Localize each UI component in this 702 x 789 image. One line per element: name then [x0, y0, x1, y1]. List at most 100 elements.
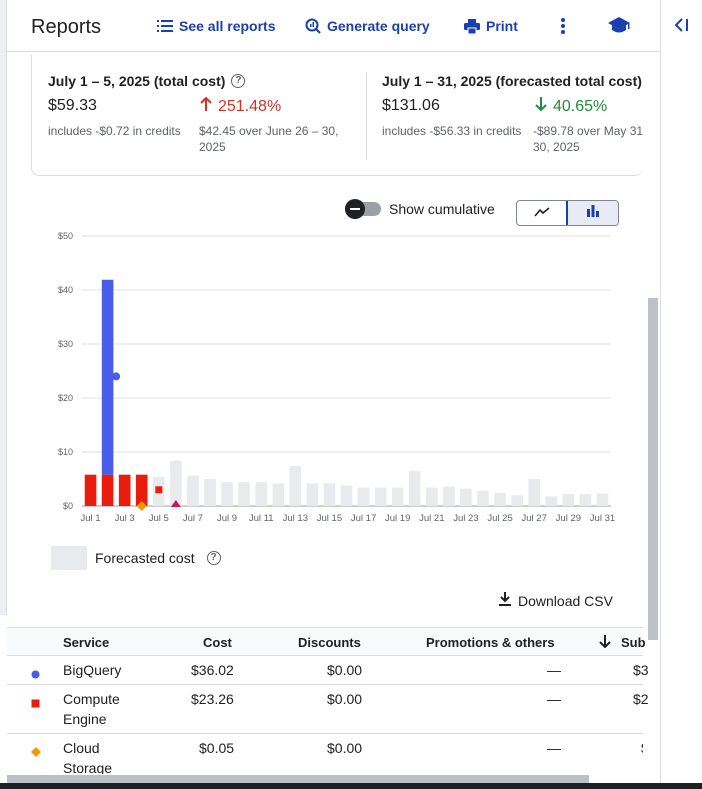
service-subtotal: $	[641, 740, 643, 756]
forecast-swatch	[51, 546, 87, 570]
forecast-bar	[204, 479, 216, 506]
left-edge-strip	[0, 0, 7, 615]
see-all-reports-button[interactable]: See all reports	[157, 18, 276, 34]
y-tick-label: $40	[58, 285, 73, 295]
x-tick-label: Jul 7	[183, 513, 203, 524]
table-row[interactable]: Cloud Storage $0.05 $0.00 — $	[7, 734, 643, 774]
download-icon	[498, 592, 512, 609]
chart-legend: Forecasted cost ?	[51, 546, 221, 570]
diamond-marker-icon	[31, 744, 41, 760]
cost-chart: $0 $10 $20 $30 $40 $50 Jul 1 Jul 3 Jul 5 Jul 7 Jul…	[58, 231, 615, 524]
y-tick-label: $20	[58, 393, 73, 403]
service-name: Cloud Storage	[63, 740, 113, 774]
x-tick-label: Jul 13	[283, 513, 308, 524]
forecast-bar	[596, 493, 609, 506]
table-row[interactable]: Compute Engine $23.26 $0.00 — $2	[7, 685, 649, 734]
download-csv-label: Download CSV	[518, 592, 613, 609]
bigquery-bar	[101, 279, 114, 475]
school-icon	[608, 17, 630, 35]
show-cumulative-toggle[interactable]: Show cumulative	[345, 199, 495, 219]
summary-right-change: 40.65%	[535, 97, 607, 116]
help-icon[interactable]: ?	[231, 74, 246, 88]
x-tick-label: Jul 5	[149, 513, 169, 524]
bar-chart-icon	[586, 204, 600, 222]
compute-engine-bar	[84, 474, 97, 506]
summary-left-comparison: $42.45 over June 26 – 30, 2025	[199, 123, 338, 155]
chevron-left-bar-icon	[674, 18, 689, 36]
compute-engine-bar	[118, 474, 131, 506]
summary-right-value: $131.06	[382, 97, 440, 114]
line-chart-button[interactable]	[517, 201, 567, 225]
forecast-bar	[408, 470, 421, 506]
forecast-bar	[187, 475, 199, 506]
horizontal-scrollbar[interactable]	[7, 775, 589, 783]
forecast-bar	[221, 482, 233, 506]
y-tick-label: $50	[58, 231, 73, 241]
x-tick-label: Jul 31	[590, 513, 615, 524]
service-discounts: $0.00	[327, 691, 363, 707]
line-chart-icon	[534, 204, 550, 222]
table-row[interactable]: BigQuery $36.02 $0.00 — $3	[7, 656, 649, 685]
service-promotions: —	[547, 691, 561, 707]
compute-engine-bar	[101, 474, 114, 506]
header-service[interactable]: Service	[63, 635, 109, 650]
forecast-bar	[391, 487, 404, 506]
header-discounts[interactable]: Discounts	[298, 635, 361, 650]
forecast-bar	[323, 483, 336, 506]
forecast-bar	[494, 493, 506, 506]
x-tick-label: Jul 15	[317, 513, 342, 524]
page-title: Reports	[31, 16, 102, 38]
forecast-bar	[477, 490, 489, 506]
reports-header: Reports See all reports Generate query P…	[7, 0, 660, 52]
see-all-reports-label: See all reports	[179, 18, 276, 34]
service-name: Compute Engine	[63, 691, 120, 727]
forecast-bar	[306, 483, 319, 506]
service-cost: $36.02	[191, 662, 234, 678]
bar-chart-button[interactable]	[566, 201, 618, 225]
download-csv-button[interactable]: Download CSV	[498, 592, 613, 609]
table-header: Service Cost Discounts Promotions & othe…	[7, 627, 646, 656]
summary-left-change-value: 251.48%	[218, 97, 282, 115]
y-tick-label: $0	[63, 501, 73, 511]
summary-left-comparison-line1: $42.45 over June 26 – 30,	[199, 124, 339, 138]
forecast-legend-label: Forecasted cost	[95, 550, 195, 566]
expand-panel-button[interactable]	[674, 18, 689, 37]
header-cost[interactable]: Cost	[203, 635, 232, 650]
header-promotions[interactable]: Promotions & others	[426, 635, 555, 650]
header-subtotal[interactable]: Sub	[621, 635, 646, 650]
print-label: Print	[486, 18, 518, 34]
forecast-bar	[357, 487, 370, 506]
side-panel	[660, 0, 702, 789]
chart-type-selector	[516, 200, 619, 226]
generate-query-label: Generate query	[327, 18, 430, 34]
query-icon	[305, 18, 321, 34]
forecast-bar	[289, 466, 302, 506]
generate-query-button[interactable]: Generate query	[305, 18, 430, 34]
reports-panel: Reports See all reports Generate query P…	[0, 0, 702, 789]
forecast-bar	[272, 483, 285, 506]
square-marker-icon	[31, 695, 40, 711]
forecast-bar	[528, 479, 541, 506]
x-tick-label: Jul 9	[217, 513, 237, 524]
vertical-scrollbar[interactable]	[648, 298, 658, 640]
marker-circle	[112, 372, 121, 381]
toggle-switch[interactable]	[345, 199, 381, 219]
x-tick-label: Jul 27	[522, 513, 547, 524]
x-tick-label: Jul 11	[249, 513, 274, 524]
print-button[interactable]: Print	[464, 18, 518, 34]
learn-button[interactable]	[608, 17, 630, 35]
forecast-bar	[443, 486, 455, 506]
service-discounts: $0.00	[327, 740, 363, 756]
forecast-bar	[545, 496, 558, 506]
help-icon[interactable]: ?	[206, 551, 221, 565]
summary-left: July 1 – 5, 2025 (total cost) ?	[48, 73, 246, 89]
forecast-bar	[255, 482, 267, 506]
service-promotions: —	[547, 740, 561, 756]
forecast-bar	[340, 485, 353, 506]
forecast-bar	[562, 494, 575, 506]
circle-marker-icon	[31, 666, 40, 682]
forecast-bar	[579, 494, 592, 506]
sort-desc-icon[interactable]	[599, 635, 611, 651]
x-tick-label: Jul 29	[556, 513, 581, 524]
more-options-button[interactable]	[560, 17, 566, 35]
